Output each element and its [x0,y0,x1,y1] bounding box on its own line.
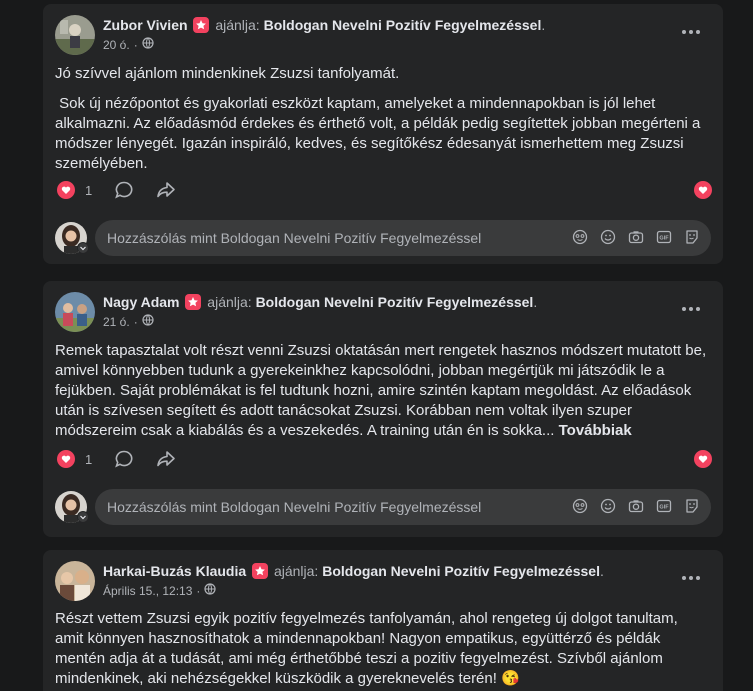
camera-icon[interactable] [627,228,645,246]
post-paragraph: Sok új nézőpontot és gyakorlati eszközt … [55,95,705,172]
love-react-icon[interactable] [694,181,712,199]
recommend-verb: ajánlja: [273,563,319,579]
comment-tools: GIF [571,497,701,515]
like-heart-icon[interactable] [57,181,75,199]
comment-composer: Hozzászólás mint Boldogan Nevelni Pozití… [55,220,711,256]
emoji-icon[interactable] [599,497,617,515]
post-text: Jó szívvel ajánlom mindenkinek Zsuzsi ta… [55,64,709,174]
gif-icon[interactable]: GIF [655,497,673,515]
comment-placeholder: Hozzászólás mint Boldogan Nevelni Pozití… [107,499,482,515]
post-meta: 20 ó. · [103,37,154,52]
svg-text:GIF: GIF [659,236,669,242]
page-name[interactable]: Boldogan Nevelni Pozitív Fegyelmezéssel [322,563,600,579]
comment-input[interactable]: Hozzászólás mint Boldogan Nevelni Pozití… [95,489,711,525]
author-name[interactable]: Zubor Vivien [103,17,188,33]
post-meta: Április 15., 12:13 · [103,583,216,598]
emoji-icon[interactable] [599,228,617,246]
kiss-emoji: 😘 [501,670,520,687]
post-text: Remek tapasztalat volt részt venni Zsuzs… [55,341,709,441]
comment-composer: Hozzászólás mint Boldogan Nevelni Pozití… [55,489,711,525]
recommend-badge-icon [193,17,210,33]
name-line: Nagy Adam ajánlja: Boldogan Nevelni Pozi… [103,294,537,310]
recommend-badge-icon [185,294,202,310]
page-name[interactable]: Boldogan Nevelni Pozitív Fegyelmezéssel [264,17,542,33]
comment-input[interactable]: Hozzászólás mint Boldogan Nevelni Pozití… [95,220,711,256]
sentence-dot: . [599,563,604,579]
post-text: Részt vettem Zsuzsi egyik pozitív fegyel… [55,609,709,689]
page-name[interactable]: Boldogan Nevelni Pozitív Fegyelmezéssel [256,294,534,310]
recommend-verb: ajánlja: [207,294,252,310]
globe-icon [204,583,216,598]
more-icon[interactable] [679,568,703,588]
author-name[interactable]: Harkai-Buzás Klaudia [103,563,246,579]
globe-icon [142,37,154,52]
globe-icon [142,314,154,329]
sticker-icon[interactable] [683,497,701,515]
post-time[interactable]: 20 ó. [103,38,130,52]
post-time[interactable]: Április 15., 12:13 [103,584,192,598]
action-bar: 1 [57,448,712,470]
like-count[interactable]: 1 [85,183,92,198]
recommend-badge-icon [252,563,269,579]
sentence-dot: . [541,17,546,33]
avatar-sticker-icon[interactable] [571,497,589,515]
post-card: Harkai-Buzás Klaudia ajánlja: Boldogan N… [43,550,723,691]
post-card: Zubor Vivien ajánlja: Boldogan Nevelni P… [43,4,723,264]
author-avatar[interactable] [55,561,95,601]
more-icon[interactable] [679,22,703,42]
sentence-dot: . [533,294,538,310]
share-icon[interactable] [156,449,176,469]
avatar-sticker-icon[interactable] [571,228,589,246]
name-line: Harkai-Buzás Klaudia ajánlja: Boldogan N… [103,563,604,579]
comment-icon[interactable] [114,180,134,200]
like-count[interactable]: 1 [85,452,92,467]
sticker-icon[interactable] [683,228,701,246]
share-icon[interactable] [156,180,176,200]
post-paragraph: Jó szívvel ajánlom mindenkinek Zsuzsi ta… [55,65,400,82]
recommend-verb: ajánlja: [215,17,260,33]
author-avatar[interactable] [55,292,95,332]
post-time[interactable]: 21 ó. [103,315,130,329]
comment-tools: GIF [571,228,701,246]
svg-text:GIF: GIF [659,505,669,511]
gif-icon[interactable]: GIF [655,228,673,246]
action-bar: 1 [57,179,712,201]
name-line: Zubor Vivien ajánlja: Boldogan Nevelni P… [103,17,545,33]
post-meta: 21 ó. · [103,314,154,329]
chevron-down-icon[interactable] [77,511,89,523]
author-name[interactable]: Nagy Adam [103,294,180,310]
comment-placeholder: Hozzászólás mint Boldogan Nevelni Pozití… [107,230,482,246]
comment-icon[interactable] [114,449,134,469]
love-react-icon[interactable] [694,450,712,468]
post-card: Nagy Adam ajánlja: Boldogan Nevelni Pozi… [43,281,723,537]
post-paragraph: Részt vettem Zsuzsi egyik pozitív fegyel… [55,610,678,687]
see-more-link[interactable]: Továbbiak [559,422,632,439]
camera-icon[interactable] [627,497,645,515]
like-heart-icon[interactable] [57,450,75,468]
author-avatar[interactable] [55,15,95,55]
chevron-down-icon[interactable] [77,242,89,254]
more-icon[interactable] [679,299,703,319]
